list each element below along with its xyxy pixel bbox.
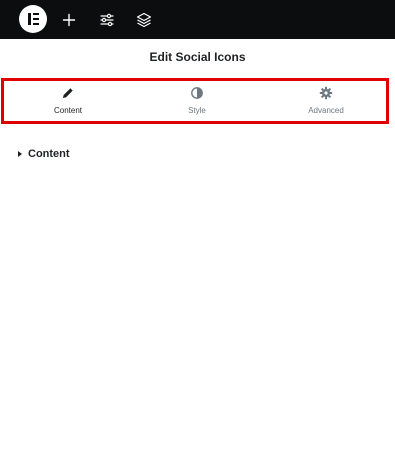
elementor-logo-icon[interactable] xyxy=(19,5,47,33)
caret-right-icon xyxy=(18,151,22,157)
gear-icon xyxy=(319,86,333,100)
panel-title: Edit Social Icons xyxy=(149,50,246,64)
tab-advanced[interactable]: Advanced xyxy=(262,81,390,121)
tab-label: Advanced xyxy=(308,106,344,115)
top-toolbar xyxy=(0,0,395,39)
panel-tabs: Content Style Advanced xyxy=(1,78,389,124)
tab-content[interactable]: Content xyxy=(4,81,132,121)
half-circle-icon xyxy=(190,86,204,100)
tab-style[interactable]: Style xyxy=(133,81,261,121)
sliders-icon[interactable] xyxy=(97,10,117,30)
tab-label: Style xyxy=(188,106,206,115)
layers-icon[interactable] xyxy=(134,10,154,30)
plus-icon[interactable] xyxy=(59,10,79,30)
pencil-icon xyxy=(61,86,75,100)
section-label: Content xyxy=(28,148,70,160)
tab-label: Content xyxy=(53,106,83,115)
